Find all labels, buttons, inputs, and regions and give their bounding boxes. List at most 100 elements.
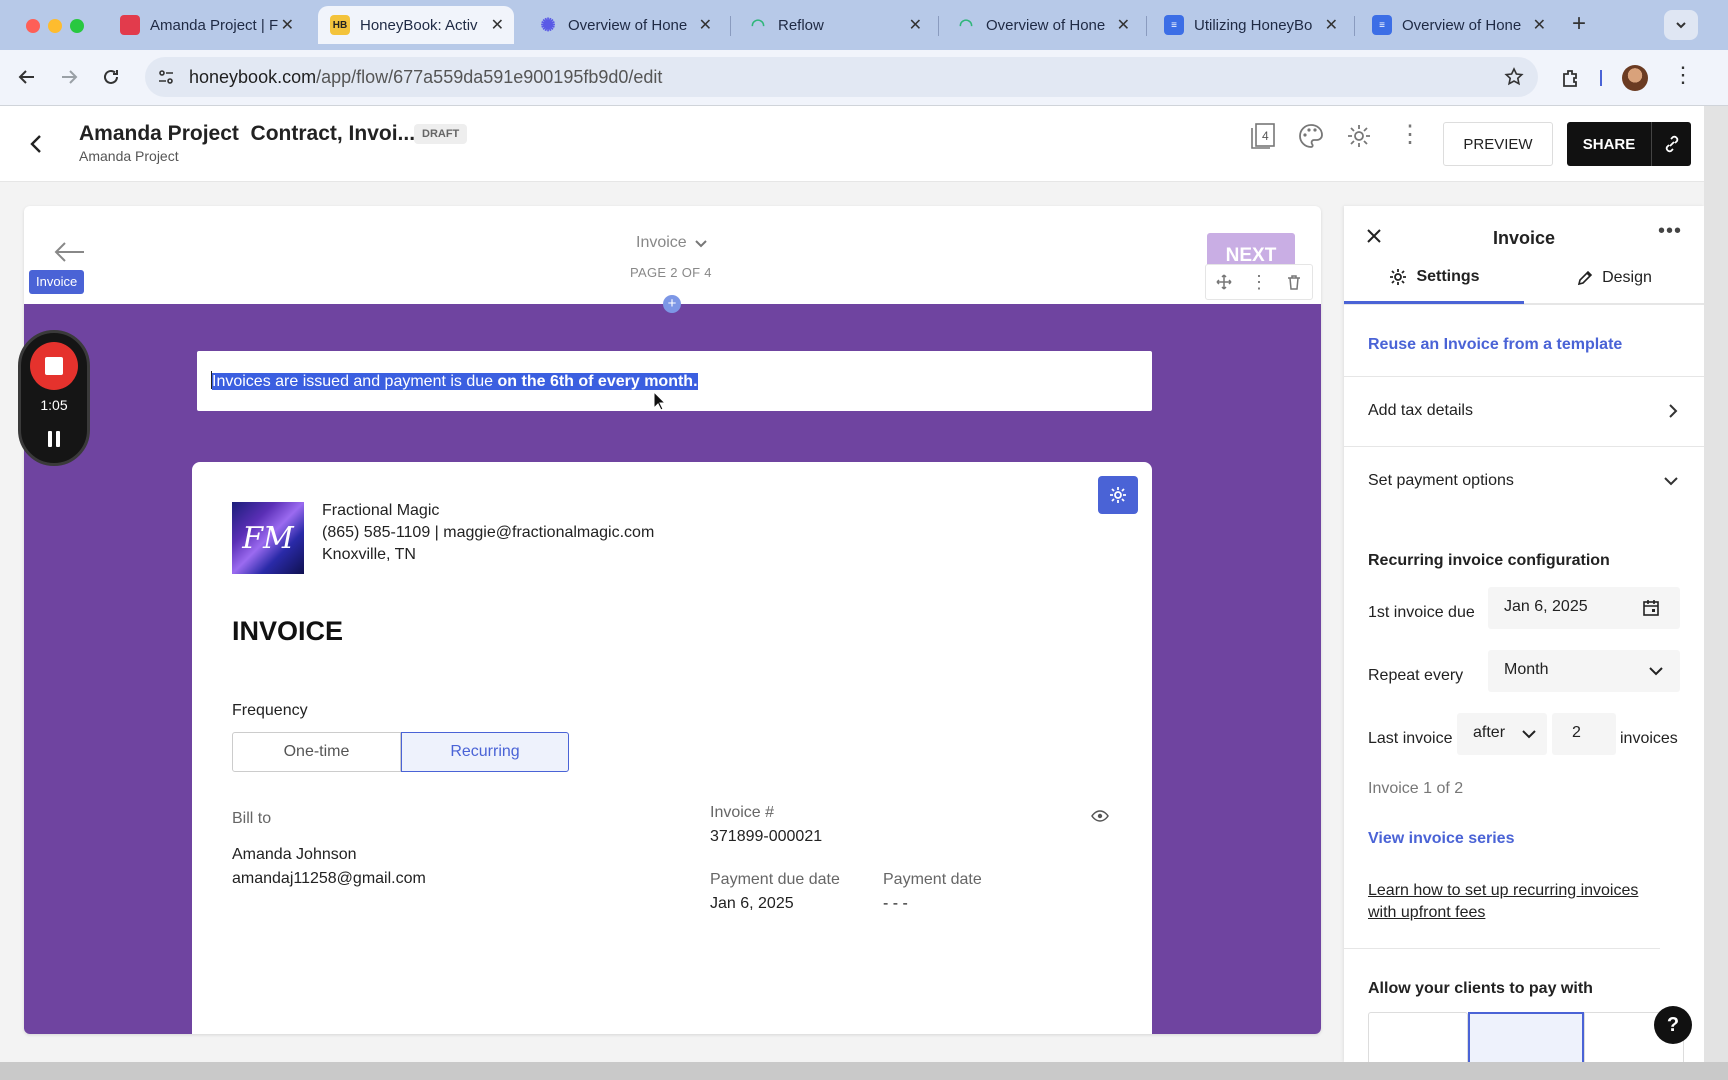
gear-icon xyxy=(1110,487,1126,503)
new-tab-icon[interactable]: + xyxy=(1572,10,1586,38)
tab-close-icon[interactable]: ✕ xyxy=(909,15,922,35)
window-zoom-button[interactable] xyxy=(70,19,84,33)
repeat-every-select[interactable]: Month xyxy=(1488,650,1680,692)
payment-options-row[interactable]: Set payment options xyxy=(1344,446,1704,516)
first-invoice-due-value: Jan 6, 2025 xyxy=(1504,598,1588,615)
tab-separator xyxy=(1146,16,1147,36)
payment-options-label: Set payment options xyxy=(1368,472,1514,489)
docs-favicon-icon: ≡ xyxy=(1164,15,1184,35)
view-invoice-series-link[interactable]: View invoice series xyxy=(1368,830,1514,848)
tab-close-icon[interactable]: ✕ xyxy=(1117,15,1130,35)
learn-recurring-link[interactable]: Learn how to set up recurring invoices w… xyxy=(1368,880,1668,924)
tab-favicon-icon: ◠ xyxy=(959,17,973,34)
stop-recording-button[interactable] xyxy=(30,342,78,390)
delete-icon[interactable] xyxy=(1285,273,1303,291)
tab-close-icon[interactable]: ✕ xyxy=(1533,15,1546,35)
window-minimize-button[interactable] xyxy=(48,19,62,33)
pages-count: 4 xyxy=(1262,129,1269,143)
tab-favicon-icon: ◠ xyxy=(751,17,765,34)
browser-tab[interactable]: ≡ Overview of Hone ✕ xyxy=(1360,6,1556,44)
browser-tab[interactable]: ✺ Overview of Hone ✕ xyxy=(526,6,722,44)
frequency-one-time-button[interactable]: One-time xyxy=(232,732,401,772)
share-link-button[interactable] xyxy=(1651,122,1691,166)
more-options-icon[interactable]: ⋮ xyxy=(1398,120,1422,149)
frequency-recurring-button[interactable]: Recurring xyxy=(401,732,569,772)
last-invoice-mode-value: after xyxy=(1473,724,1506,741)
status-badge: DRAFT xyxy=(414,124,468,144)
editor-canvas: Invoice Invoice PAGE 2 OF 4 NEXT ⋮ + Inv… xyxy=(0,182,1704,1062)
forward-arrow-icon[interactable] xyxy=(58,66,80,88)
share-button[interactable]: SHARE xyxy=(1567,122,1651,166)
tab-close-icon[interactable]: ✕ xyxy=(1325,15,1338,35)
tab-separator xyxy=(1354,16,1355,36)
tab-close-icon[interactable]: ✕ xyxy=(281,15,294,35)
tab-settings[interactable]: Settings xyxy=(1344,252,1524,304)
add-block-icon[interactable]: + xyxy=(663,295,681,313)
first-invoice-due-field[interactable]: Jan 6, 2025 xyxy=(1488,587,1680,629)
tab-title: Reflow xyxy=(778,16,824,34)
panel-more-icon[interactable]: ••• xyxy=(1658,220,1682,243)
previous-page-arrow-icon[interactable] xyxy=(52,240,86,264)
reload-icon[interactable] xyxy=(100,66,122,88)
tab-close-icon[interactable]: ✕ xyxy=(699,15,712,35)
help-button[interactable]: ? xyxy=(1654,1006,1692,1044)
selected-text-bold: on the 6th of every month. xyxy=(497,373,698,390)
extensions-icon[interactable] xyxy=(1560,67,1582,89)
reuse-template-link[interactable]: Reuse an Invoice from a template xyxy=(1368,336,1622,354)
window-close-button[interactable] xyxy=(26,19,40,33)
browser-address-bar: honeybook.com/app/flow/677a559da591e9001… xyxy=(0,50,1728,106)
browser-tab[interactable]: ◠ Overview of Hone ✕ xyxy=(944,6,1140,44)
back-arrow-icon[interactable] xyxy=(16,66,38,88)
tab-close-icon[interactable]: ✕ xyxy=(491,15,504,35)
tab-settings-label: Settings xyxy=(1416,267,1480,285)
back-chevron-icon[interactable] xyxy=(26,132,46,156)
visibility-eye-icon[interactable] xyxy=(1091,809,1109,823)
text-block[interactable]: Invoices are issued and payment is due o… xyxy=(197,351,1152,411)
tab-design-label: Design xyxy=(1602,268,1652,286)
browser-tab[interactable]: ≡ Utilizing HoneyBo ✕ xyxy=(1152,6,1348,44)
browser-menu-icon[interactable]: ⋮ xyxy=(1672,64,1694,86)
page-selector[interactable]: Invoice xyxy=(636,234,709,252)
invoice-settings-button[interactable] xyxy=(1098,476,1138,514)
tab-search-button[interactable] xyxy=(1664,10,1698,40)
preview-button[interactable]: PREVIEW xyxy=(1443,122,1553,166)
invoice-series-info: Invoice 1 of 2 xyxy=(1368,780,1464,797)
page-editor-card: Invoice Invoice PAGE 2 OF 4 NEXT ⋮ + Inv… xyxy=(24,206,1321,1034)
tab-title: Overview of Hone xyxy=(1402,16,1522,34)
frequency-label: Frequency xyxy=(232,702,308,719)
tab-design[interactable]: Design xyxy=(1524,252,1704,304)
add-tax-details-row[interactable]: Add tax details xyxy=(1344,376,1704,446)
selected-text-plain: Invoices are issued and payment is due xyxy=(212,373,498,390)
last-invoice-mode-select[interactable]: after xyxy=(1457,713,1547,755)
profile-avatar[interactable] xyxy=(1622,65,1648,91)
settings-gear-icon[interactable] xyxy=(1345,122,1373,150)
move-icon[interactable] xyxy=(1215,273,1233,291)
pages-count-button[interactable]: 4 xyxy=(1250,122,1276,150)
browser-tab[interactable]: Amanda Project | F ✕ xyxy=(108,6,304,44)
bill-to-label: Bill to xyxy=(232,810,272,827)
bookmark-star-icon[interactable] xyxy=(1504,67,1524,87)
repeat-every-value: Month xyxy=(1504,661,1549,678)
client-email: amandaj11258@gmail.com xyxy=(232,870,426,887)
company-name: Fractional Magic xyxy=(322,502,440,519)
browser-tab-active[interactable]: HB HoneyBook: Activ ✕ xyxy=(318,6,514,44)
url-bar[interactable]: honeybook.com/app/flow/677a559da591e9001… xyxy=(145,57,1538,97)
site-info-icon[interactable] xyxy=(157,68,175,86)
last-invoice-count-input[interactable]: 2 xyxy=(1552,713,1616,755)
browser-tab[interactable]: ◠ Reflow ✕ xyxy=(736,6,932,44)
company-logo: FM xyxy=(232,502,304,574)
window-edge xyxy=(1704,106,1728,1080)
tab-favicon-icon: ✺ xyxy=(540,14,556,35)
payment-method-card-option[interactable] xyxy=(1368,1012,1468,1062)
payment-date-label: Payment date xyxy=(883,871,982,888)
last-invoice-label: Last invoice xyxy=(1368,730,1453,747)
kebab-menu-icon[interactable]: ⋮ xyxy=(1250,272,1268,293)
payment-method-bank-option[interactable] xyxy=(1468,1012,1584,1062)
section-label-badge: Invoice xyxy=(29,270,85,294)
tab-title: Utilizing HoneyBo xyxy=(1194,16,1313,34)
pause-recording-button[interactable] xyxy=(42,427,66,451)
pencil-icon xyxy=(1577,270,1593,285)
palette-icon[interactable] xyxy=(1297,122,1325,150)
tab-favicon-icon xyxy=(120,15,140,35)
project-subtitle: Amanda Project xyxy=(79,148,179,164)
